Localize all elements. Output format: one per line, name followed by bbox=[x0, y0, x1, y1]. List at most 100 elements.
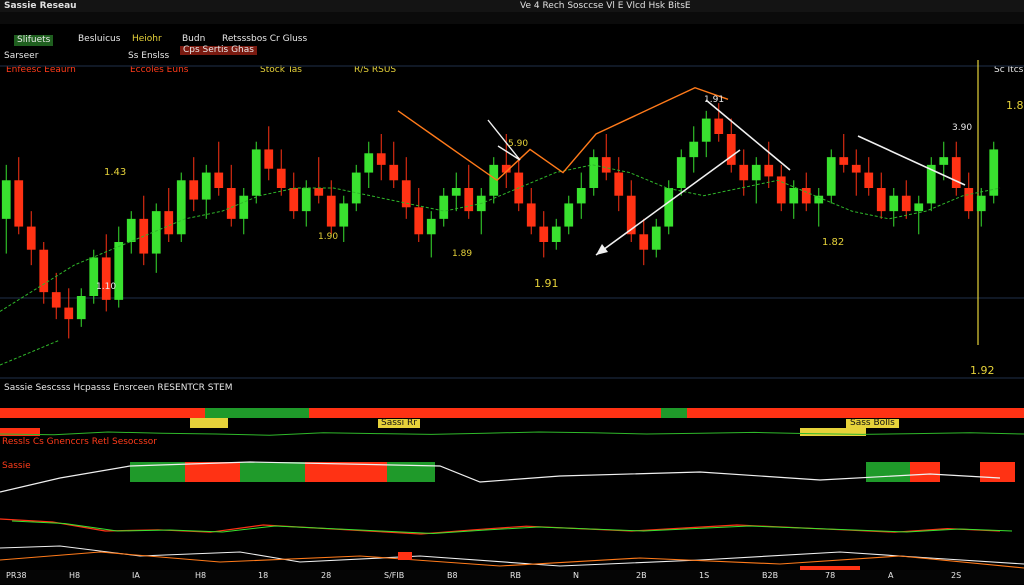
right-axis-value: 1.92 bbox=[970, 364, 995, 377]
candle-body bbox=[889, 195, 899, 212]
candle-body bbox=[176, 180, 186, 235]
panel-badge: Sass Bolls bbox=[846, 419, 899, 428]
candle-body bbox=[376, 153, 386, 165]
panel-title: Sassie Sescsss Hcpasss Ensrceen RESENTCR… bbox=[4, 383, 233, 393]
candle-body bbox=[651, 226, 661, 250]
x-tick-label: 1S bbox=[699, 571, 710, 580]
price-annotation: 3.90 bbox=[952, 123, 973, 133]
candle-body bbox=[789, 188, 799, 204]
indicator-block bbox=[910, 462, 940, 482]
indicator-block bbox=[240, 462, 305, 482]
candle-body bbox=[976, 195, 986, 212]
candle-body bbox=[126, 218, 136, 242]
candle-body bbox=[26, 226, 36, 250]
candle-body bbox=[326, 195, 336, 227]
indicator-band bbox=[0, 408, 205, 418]
indicator-block bbox=[866, 462, 910, 482]
candle-body bbox=[451, 188, 461, 196]
candle-body bbox=[539, 226, 549, 242]
candle-body bbox=[689, 141, 699, 158]
candle-body bbox=[589, 157, 599, 188]
candle-body bbox=[464, 188, 474, 212]
candle-body bbox=[239, 195, 249, 219]
candle-body bbox=[551, 226, 561, 242]
candle-body bbox=[314, 188, 324, 196]
x-tick-label: 18 bbox=[258, 571, 269, 580]
x-tick-label: H8 bbox=[195, 571, 207, 580]
x-tick-label: IA bbox=[132, 571, 140, 580]
moving-average-line bbox=[0, 164, 1001, 312]
candle-body bbox=[389, 164, 399, 181]
candle-body bbox=[751, 164, 761, 181]
price-annotation: 1.91 bbox=[534, 277, 559, 290]
candle-body bbox=[301, 188, 311, 212]
price-annotation: 1.82 bbox=[822, 237, 845, 248]
x-tick-label: A bbox=[888, 571, 894, 580]
candle-body bbox=[701, 118, 711, 142]
indicator-band bbox=[190, 418, 228, 428]
candle-body bbox=[826, 157, 836, 196]
candle-body bbox=[439, 195, 449, 219]
x-tick-label: 2S bbox=[951, 571, 962, 580]
candle-body bbox=[101, 257, 111, 300]
trend-line bbox=[857, 135, 966, 186]
indicator-layer bbox=[0, 408, 1024, 572]
x-tick-label: H8 bbox=[69, 571, 81, 580]
candle-body bbox=[189, 180, 199, 200]
candle-body bbox=[601, 157, 611, 173]
candle-body bbox=[676, 157, 686, 188]
candle-body bbox=[714, 118, 724, 134]
indicator-block bbox=[980, 462, 1015, 482]
candle-body bbox=[726, 134, 736, 165]
candle-body bbox=[864, 172, 874, 188]
price-chart[interactable] bbox=[0, 0, 1024, 585]
candle-body bbox=[276, 168, 286, 188]
x-tick-label: PR38 bbox=[6, 571, 27, 580]
panel-title: Ressls Cs Gnenccrs Retl Sesocssor bbox=[2, 437, 157, 447]
indicator-band bbox=[661, 408, 687, 418]
panel-title: Sassie bbox=[2, 461, 31, 471]
candle-body bbox=[914, 203, 924, 212]
candle-body bbox=[901, 195, 911, 212]
candle-body bbox=[51, 292, 61, 308]
trend-line bbox=[0, 339, 61, 366]
bottom-block bbox=[398, 552, 412, 560]
price-annotation: 5.90 bbox=[508, 139, 529, 149]
price-annotation: 1.91 bbox=[704, 95, 725, 105]
candle-body bbox=[264, 149, 274, 169]
indicator-block bbox=[185, 462, 240, 482]
candle-body bbox=[839, 157, 849, 165]
oscillator-line bbox=[0, 431, 1024, 436]
candle-body bbox=[964, 188, 974, 212]
candle-body bbox=[764, 164, 774, 177]
candle-body bbox=[76, 296, 86, 320]
candle-body bbox=[339, 203, 349, 227]
indicator-band bbox=[687, 408, 1024, 418]
candle-body bbox=[289, 188, 299, 212]
candle-body bbox=[201, 172, 211, 200]
candle-body bbox=[801, 188, 811, 204]
candle-body bbox=[639, 234, 649, 250]
indicator-band bbox=[309, 408, 661, 418]
candle-body bbox=[576, 188, 586, 204]
oscillator-line bbox=[0, 518, 1001, 535]
candle-body bbox=[39, 249, 49, 293]
x-tick-label: B8 bbox=[447, 571, 458, 580]
price-annotation: 1.43 bbox=[104, 167, 127, 178]
candle-body bbox=[64, 307, 74, 320]
candle-body bbox=[739, 164, 749, 181]
candle-body bbox=[426, 218, 436, 235]
panel-badge: Sassi Rr bbox=[378, 419, 420, 428]
x-tick-label: RB bbox=[510, 571, 522, 580]
candle-body bbox=[664, 188, 674, 227]
price-annotation: 1.82 bbox=[1006, 99, 1024, 112]
candle-body bbox=[851, 164, 861, 173]
candle-body bbox=[351, 172, 361, 204]
indicator-band bbox=[205, 408, 309, 418]
x-tick-label: 78 bbox=[825, 571, 836, 580]
x-tick-label: B2B bbox=[762, 571, 779, 580]
x-tick-label: 2B bbox=[636, 571, 647, 580]
candle-body bbox=[939, 157, 949, 165]
candle-body bbox=[414, 207, 424, 235]
candle-body bbox=[364, 153, 374, 173]
